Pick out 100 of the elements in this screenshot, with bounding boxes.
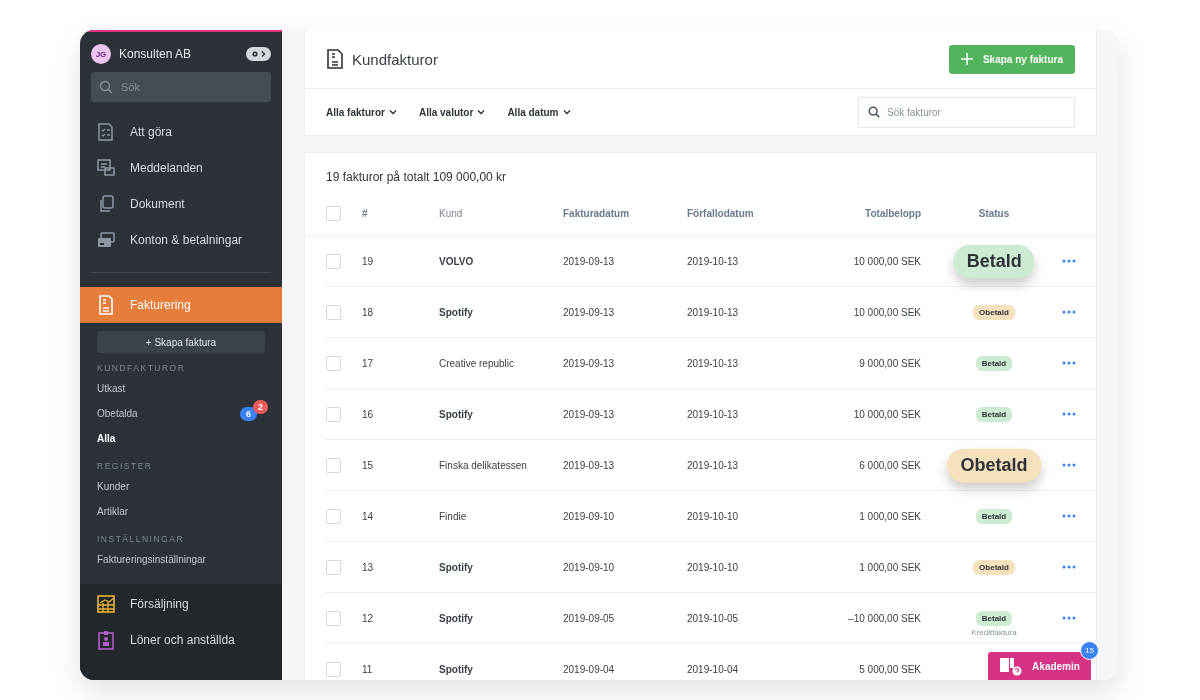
select-all-checkbox[interactable] bbox=[326, 206, 341, 221]
search-field[interactable]: Sök bbox=[91, 72, 271, 102]
row-checkbox[interactable] bbox=[326, 661, 341, 677]
table-cell-text: 2019-09-13 bbox=[563, 255, 616, 267]
row-checkbox[interactable] bbox=[326, 253, 341, 269]
status-badge: Obetald bbox=[973, 304, 1015, 320]
chart-grid-icon bbox=[96, 594, 116, 614]
table-cell-text: 2019-09-04 bbox=[563, 663, 616, 675]
row-checkbox[interactable] bbox=[326, 610, 341, 626]
nav-item[interactable]: Meddelanden bbox=[80, 150, 282, 186]
invoice-summary: 19 fakturor på totalt 109 000,00 kr bbox=[325, 169, 508, 186]
invoice-icon bbox=[326, 49, 344, 69]
company-avatar: JG bbox=[91, 44, 111, 64]
filter-dropdown[interactable]: Alla datum bbox=[507, 106, 571, 118]
nav-item[interactable]: Försäljning bbox=[80, 586, 282, 622]
row-checkbox[interactable] bbox=[326, 406, 341, 422]
nav-item[interactable]: Löner och anställda bbox=[80, 622, 282, 658]
table-cell-text: 2019-10-13 bbox=[687, 357, 740, 369]
table-cell-text: Spotify bbox=[439, 306, 474, 318]
submenu-item[interactable]: Artiklar bbox=[97, 506, 129, 517]
table-cell-text: 2019-10-13 bbox=[687, 255, 740, 267]
submenu-item[interactable]: Kunder bbox=[97, 481, 130, 492]
settings-button[interactable] bbox=[246, 47, 271, 61]
table-cell-text: Spotify bbox=[439, 663, 474, 675]
academy-button[interactable]: Akademin bbox=[988, 652, 1091, 680]
status-badge: Obetald bbox=[947, 448, 1041, 482]
table-cell-text: 2019-10-04 bbox=[687, 663, 740, 675]
table-cell-text: 2019-10-05 bbox=[687, 612, 740, 624]
settings-icon bbox=[250, 50, 267, 58]
filter-dropdown[interactable]: Alla valutor bbox=[418, 106, 486, 118]
table-cell-text: 15 bbox=[362, 459, 375, 471]
more-icon bbox=[1062, 463, 1076, 467]
row-checkbox[interactable] bbox=[326, 508, 341, 524]
cards-icon bbox=[96, 230, 116, 250]
row-checkbox[interactable] bbox=[326, 355, 341, 371]
nav-item[interactable]: Att göra bbox=[80, 114, 282, 150]
table-cell-text: 11 bbox=[362, 663, 374, 675]
chat-icon bbox=[96, 158, 116, 178]
nav-item[interactable]: Dokument bbox=[80, 186, 282, 222]
table-cell-text: Finska delikatessen bbox=[439, 459, 528, 471]
table-cell-text: 19 bbox=[362, 255, 375, 267]
status-note: Kreditfaktura bbox=[971, 627, 1017, 637]
table-cell-text: –10 000,00 SEK bbox=[847, 612, 921, 624]
table-cell-text: 13 bbox=[362, 561, 375, 573]
column-header: Fakturadatum bbox=[563, 208, 631, 219]
status-badge: Betald bbox=[975, 610, 1013, 626]
more-icon bbox=[1062, 412, 1076, 416]
table-cell-text: 16 bbox=[362, 408, 375, 420]
table-cell-text: Findie bbox=[439, 510, 468, 522]
table-cell-text: 17 bbox=[362, 357, 375, 369]
search-icon bbox=[99, 80, 113, 94]
status-badge: Betald bbox=[975, 355, 1013, 371]
column-header: # bbox=[362, 208, 369, 219]
table-cell-text: 2019-09-10 bbox=[563, 510, 616, 522]
table-cell-text: Spotify bbox=[439, 408, 474, 420]
more-icon bbox=[1062, 259, 1076, 263]
more-icon bbox=[1062, 361, 1076, 365]
search-field[interactable]: Sök fakturor bbox=[858, 96, 1075, 128]
caret-icon bbox=[562, 109, 571, 115]
more-icon bbox=[1062, 616, 1076, 620]
status-badge: Betald bbox=[975, 508, 1013, 524]
table-cell-text: 10 000,00 SEK bbox=[852, 255, 921, 267]
table-cell-text: 2019-10-10 bbox=[687, 561, 740, 573]
table-cell-text: VOLVO bbox=[439, 255, 475, 267]
table-cell-text: 12 bbox=[362, 612, 375, 624]
table-cell-text: 9 000,00 SEK bbox=[858, 357, 921, 369]
id-badge-icon bbox=[96, 630, 116, 650]
more-icon bbox=[1062, 310, 1076, 314]
submenu-item[interactable]: Utkast bbox=[97, 383, 126, 394]
section-heading: KUNDFAKTUROR bbox=[97, 363, 187, 373]
table-cell-text: 2019-09-13 bbox=[563, 357, 616, 369]
create-invoice-button[interactable]: + Skapa faktura bbox=[97, 331, 265, 353]
table-cell-text: Creative republic bbox=[439, 357, 516, 369]
table-cell-text: 2019-10-13 bbox=[687, 408, 740, 420]
filter-dropdown[interactable]: Alla fakturor bbox=[326, 106, 397, 118]
table-cell-text: 1 000,00 SEK bbox=[858, 561, 921, 573]
status-badge: Betald bbox=[953, 244, 1035, 278]
submenu-item[interactable]: Obetalda bbox=[97, 408, 138, 419]
count-badge: 6 bbox=[240, 406, 257, 421]
status-badge: Obetald bbox=[973, 559, 1015, 575]
submenu-item[interactable]: Faktureringsinställningar bbox=[97, 554, 206, 565]
table-cell-text: 2019-09-13 bbox=[563, 459, 616, 471]
table-cell-text: 1 000,00 SEK bbox=[858, 510, 921, 522]
table-cell-text: 10 000,00 SEK bbox=[852, 408, 921, 420]
row-checkbox[interactable] bbox=[326, 559, 341, 575]
section-heading: REGISTER bbox=[97, 461, 154, 471]
table-cell-text: 2019-09-13 bbox=[563, 306, 616, 318]
table-cell-text: 2019-10-13 bbox=[687, 459, 740, 471]
more-icon bbox=[1062, 565, 1076, 569]
submenu-item[interactable]: Alla bbox=[97, 433, 116, 444]
nav-item[interactable]: Konton & betalningar bbox=[80, 222, 282, 258]
page-title: Kundfakturor bbox=[352, 50, 438, 68]
row-checkbox[interactable] bbox=[326, 304, 341, 320]
company-name: Konsulten AB bbox=[119, 47, 193, 61]
column-header: Förfallodatum bbox=[687, 208, 755, 219]
table-cell-text: 10 000,00 SEK bbox=[852, 306, 921, 318]
row-checkbox[interactable] bbox=[326, 457, 341, 473]
caret-icon bbox=[388, 109, 397, 115]
more-icon bbox=[1062, 514, 1076, 518]
checklist-icon bbox=[96, 122, 116, 142]
